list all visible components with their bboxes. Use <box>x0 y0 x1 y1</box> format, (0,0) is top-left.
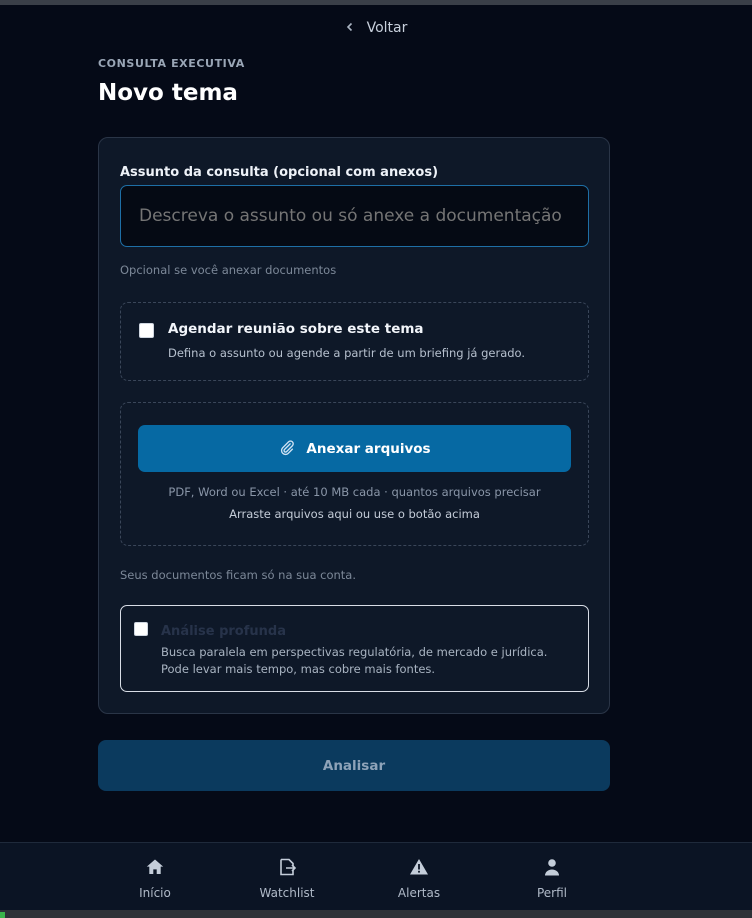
privacy-note: Seus documentos ficam só na sua conta. <box>120 568 357 582</box>
chevron-left-icon <box>345 21 355 36</box>
nav-item-inicio[interactable]: Início <box>110 857 200 900</box>
bottom-nav: Início Watchlist Alertas Perfil <box>0 842 752 910</box>
watchlist-icon <box>277 857 297 880</box>
subject-input[interactable] <box>120 185 589 247</box>
back-label: Voltar <box>366 20 408 36</box>
page-title: Novo tema <box>98 80 238 106</box>
back-link[interactable]: Voltar <box>0 18 752 38</box>
window-top-bar <box>0 0 752 5</box>
upload-drag-hint: Arraste arquivos aqui ou use o botão aci… <box>229 507 480 521</box>
attach-files-label: Anexar arquivos <box>306 440 431 457</box>
home-icon <box>145 857 165 880</box>
nav-item-perfil[interactable]: Perfil <box>507 857 597 900</box>
meeting-description: Defina o assunto ou agende a partir de u… <box>168 346 526 360</box>
meeting-checkbox[interactable] <box>139 323 154 338</box>
form-card: Assunto da consulta (opcional com anexos… <box>98 137 610 714</box>
subject-label: Assunto da consulta (opcional com anexos… <box>120 165 439 180</box>
meeting-option: Agendar reunião sobre este tema Defina o… <box>120 302 589 381</box>
alert-icon <box>409 857 429 880</box>
status-indicator <box>0 912 5 918</box>
nav-item-watchlist[interactable]: Watchlist <box>242 857 332 900</box>
nav-label: Início <box>139 886 171 900</box>
upload-dropzone[interactable]: Anexar arquivos PDF, Word ou Excel · até… <box>120 402 589 546</box>
nav-label: Alertas <box>397 886 441 900</box>
user-icon <box>542 857 562 880</box>
subject-hint: Opcional se você anexar documentos <box>120 263 337 277</box>
nav-item-alertas[interactable]: Alertas <box>374 857 464 900</box>
deep-analysis-title[interactable]: Análise profunda <box>161 624 286 639</box>
nav-label: Watchlist <box>259 886 315 900</box>
deep-analysis-description: Busca paralela em perspectivas regulatór… <box>161 644 547 678</box>
nav-label: Perfil <box>536 886 568 900</box>
window-bottom-bar <box>0 910 752 918</box>
paperclip-icon <box>278 438 296 460</box>
deep-analysis-description-line1: Busca paralela em perspectivas regulatór… <box>161 645 548 659</box>
upload-formats: PDF, Word ou Excel · até 10 MB cada · qu… <box>168 485 541 499</box>
deep-analysis-checkbox[interactable] <box>134 622 148 636</box>
attach-files-button[interactable]: Anexar arquivos <box>138 425 571 472</box>
analyze-button[interactable]: Analisar <box>98 740 610 791</box>
meeting-title[interactable]: Agendar reunião sobre este tema <box>168 321 424 337</box>
deep-analysis-option: Análise profunda Busca paralela em persp… <box>120 605 589 692</box>
deep-analysis-description-line2: Pode levar mais tempo, mas cobre mais fo… <box>161 662 436 676</box>
page-eyebrow: CONSULTA EXECUTIVA <box>98 57 245 70</box>
